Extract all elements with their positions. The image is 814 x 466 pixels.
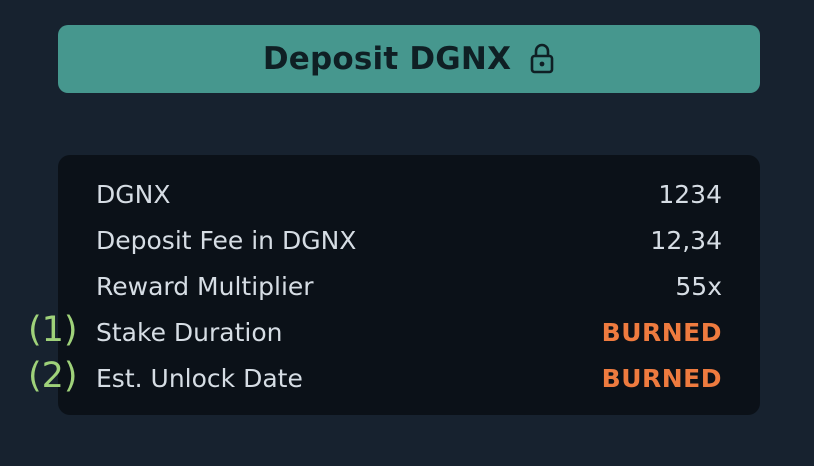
status-burned: BURNED xyxy=(601,317,722,347)
row-label: Deposit Fee in DGNX xyxy=(96,225,357,255)
row-stake-duration: Stake Duration BURNED xyxy=(96,309,722,355)
row-dgnx: DGNX 1234 xyxy=(96,171,722,217)
row-est-unlock-date: Est. Unlock Date BURNED xyxy=(96,355,722,401)
deposit-dgnx-button[interactable]: Deposit DGNX xyxy=(58,25,760,93)
row-label: Reward Multiplier xyxy=(96,271,314,301)
row-value: 12,34 xyxy=(650,225,722,255)
row-value: 55x xyxy=(675,271,722,301)
lock-icon xyxy=(529,42,555,74)
row-deposit-fee: Deposit Fee in DGNX 12,34 xyxy=(96,217,722,263)
row-value: 1234 xyxy=(658,179,722,209)
row-label: Stake Duration xyxy=(96,317,283,347)
annotation-marker-1: (1) xyxy=(28,310,78,350)
row-reward-multiplier: Reward Multiplier 55x xyxy=(96,263,722,309)
row-label: DGNX xyxy=(96,179,171,209)
deposit-button-label: Deposit DGNX xyxy=(262,41,512,77)
row-label: Est. Unlock Date xyxy=(96,363,303,393)
status-burned: BURNED xyxy=(601,363,722,393)
annotation-marker-2: (2) xyxy=(28,356,78,396)
